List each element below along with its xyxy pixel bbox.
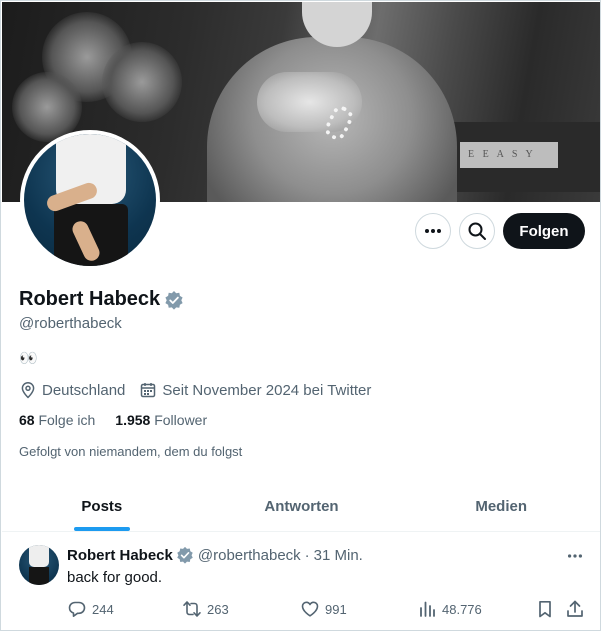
tab-replies[interactable]: Antworten bbox=[202, 481, 402, 531]
share-icon bbox=[565, 599, 585, 619]
reply-button[interactable]: 244 bbox=[67, 599, 114, 619]
banner-sign: E E A S Y bbox=[460, 142, 558, 168]
location-pin-icon bbox=[19, 381, 37, 399]
profile-name-row: Robert Habeck bbox=[19, 288, 184, 311]
tab-media[interactable]: Medien bbox=[401, 481, 600, 531]
tweet-avatar[interactable] bbox=[19, 545, 59, 585]
profile-tabs: Posts Antworten Medien bbox=[2, 481, 600, 532]
more-icon bbox=[566, 547, 584, 565]
bookmark-button[interactable] bbox=[535, 599, 555, 619]
tab-label: Medien bbox=[475, 497, 528, 515]
verified-badge-icon[interactable] bbox=[176, 546, 194, 564]
tweet-header: Robert Habeck @roberthabeck · 31 Min. bbox=[67, 546, 363, 564]
tab-active-indicator bbox=[73, 527, 130, 531]
followers-label: Follower bbox=[154, 412, 208, 428]
tweet-handle[interactable]: @roberthabeck bbox=[198, 547, 301, 564]
reply-count: 244 bbox=[92, 601, 114, 617]
repost-count: 263 bbox=[207, 601, 229, 617]
bookmark-icon bbox=[535, 599, 555, 619]
views-button[interactable]: 48.776 bbox=[417, 599, 482, 619]
repost-icon bbox=[182, 599, 202, 619]
verified-badge-icon[interactable] bbox=[164, 290, 184, 310]
like-button[interactable]: 991 bbox=[300, 599, 347, 619]
tweet-time[interactable]: 31 Min. bbox=[314, 547, 363, 564]
tab-label: Posts bbox=[81, 497, 123, 515]
search-icon bbox=[467, 221, 487, 241]
joined-item: Seit November 2024 bei Twitter bbox=[139, 381, 371, 399]
banner-plant bbox=[102, 42, 182, 122]
tab-label: Antworten bbox=[264, 497, 339, 515]
profile-avatar[interactable] bbox=[20, 130, 160, 270]
more-icon bbox=[423, 221, 443, 241]
profile-page: E E A S Y Folgen Robert Habeck @robertha… bbox=[0, 0, 601, 631]
followers-link[interactable]: 1.958 Follower bbox=[115, 412, 207, 428]
location-text: Deutschland bbox=[42, 381, 126, 399]
avatar-shirt bbox=[29, 545, 49, 567]
following-label: Folge ich bbox=[38, 412, 96, 428]
following-count: 68 bbox=[19, 412, 35, 428]
repost-button[interactable]: 263 bbox=[182, 599, 229, 619]
profile-bio: 👀 bbox=[19, 350, 38, 367]
analytics-icon bbox=[417, 599, 437, 619]
location-item: Deutschland bbox=[19, 381, 125, 399]
profile-stats: 68 Folge ich 1.958 Follower bbox=[19, 412, 207, 428]
heart-icon bbox=[300, 599, 320, 619]
tweet-more-button[interactable] bbox=[561, 546, 589, 566]
tweet-author[interactable]: Robert Habeck bbox=[67, 547, 173, 564]
joined-text: Seit November 2024 bei Twitter bbox=[162, 381, 372, 399]
profile-meta: Deutschland Seit November 2024 bei Twitt… bbox=[19, 381, 385, 399]
calendar-icon bbox=[139, 381, 157, 399]
profile-name: Robert Habeck bbox=[19, 288, 161, 310]
tab-posts[interactable]: Posts bbox=[2, 481, 202, 531]
reply-icon bbox=[67, 599, 87, 619]
tweet-actions: 244 263 991 48.776 bbox=[67, 599, 587, 619]
share-button[interactable] bbox=[565, 599, 585, 619]
following-link[interactable]: 68 Folge ich bbox=[19, 412, 95, 428]
avatar-pants bbox=[29, 567, 49, 585]
profile-handle: @roberthabeck bbox=[19, 315, 122, 332]
tweet-text: back for good. bbox=[67, 569, 163, 586]
followers-count: 1.958 bbox=[115, 412, 151, 428]
like-count: 991 bbox=[325, 601, 347, 617]
views-count: 48.776 bbox=[442, 601, 482, 617]
tweet-separator: · bbox=[304, 546, 310, 564]
more-button[interactable] bbox=[415, 213, 451, 249]
followed-by-text: Gefolgt von niemandem, dem du folgst bbox=[19, 444, 243, 459]
follow-button[interactable]: Folgen bbox=[503, 213, 585, 249]
search-button[interactable] bbox=[459, 213, 495, 249]
